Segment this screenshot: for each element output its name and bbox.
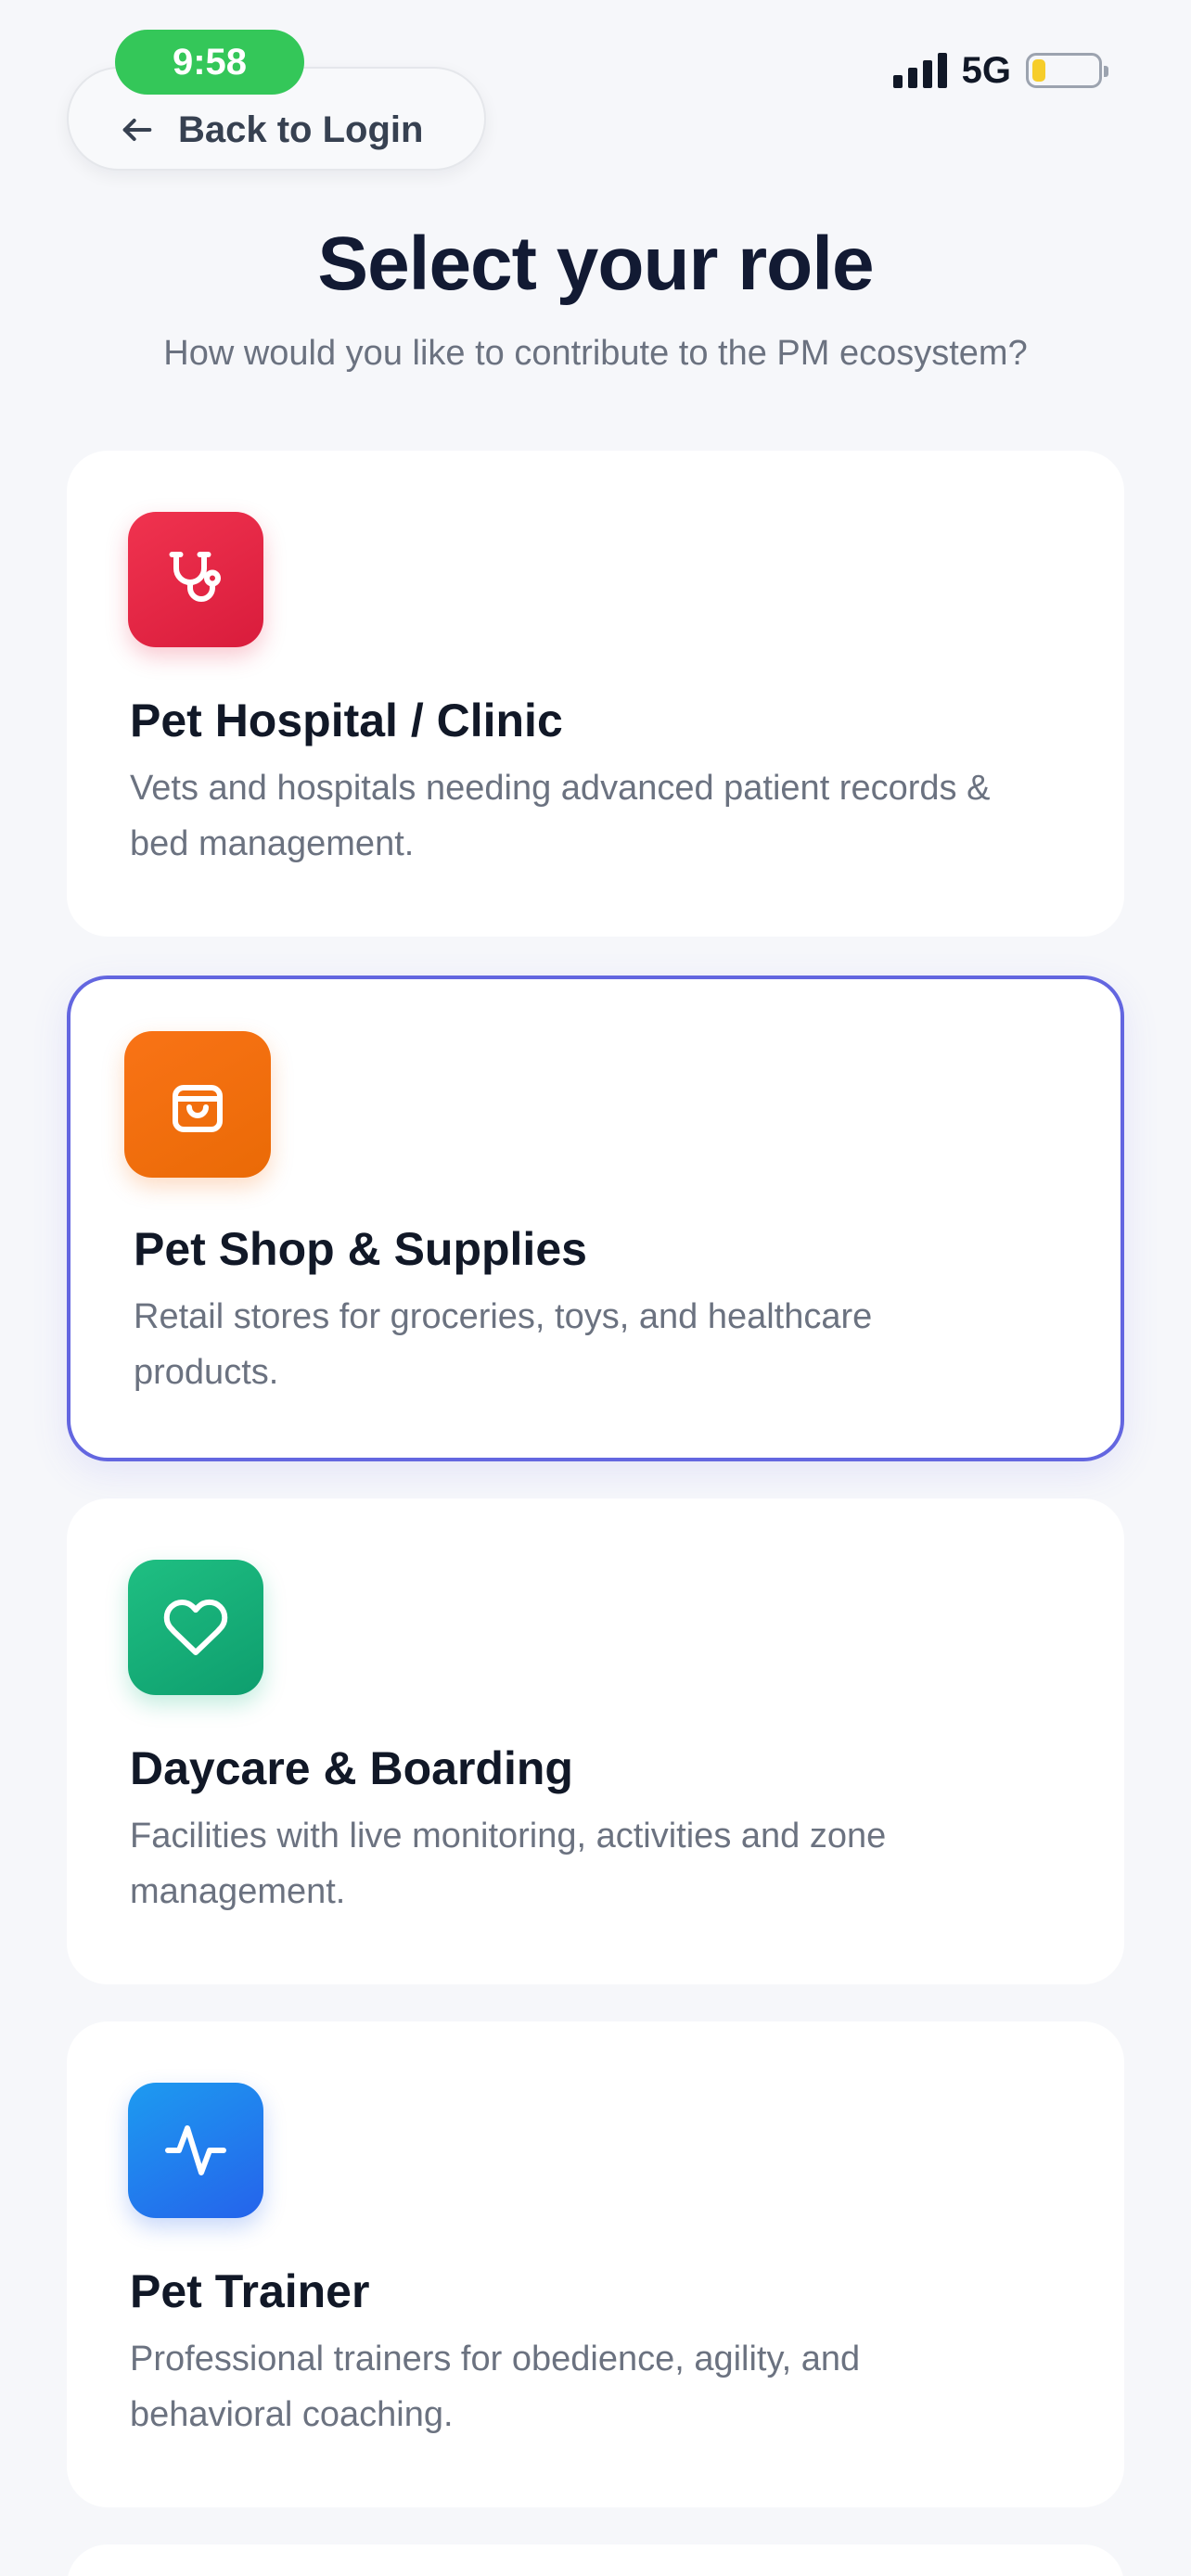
arrow-left-icon [122, 119, 152, 141]
heart-icon [163, 1599, 228, 1655]
battery-icon [1026, 53, 1108, 88]
role-card-pet-trainer[interactable]: Pet Trainer Professional trainers for ob… [67, 2021, 1124, 2507]
status-time: 9:58 [115, 30, 304, 95]
role-title: Pet Hospital / Clinic [130, 695, 563, 746]
role-description: Facilities with live monitoring, activit… [130, 1817, 887, 1911]
role-description: Retail stores for groceries, toys, and h… [134, 1297, 873, 1392]
battery-level [1032, 59, 1045, 82]
role-icon-box [128, 512, 263, 647]
stethoscope-icon [169, 552, 221, 602]
status-indicators: 5G [892, 49, 1108, 91]
role-description: Professional trainers for obedience, agi… [130, 2340, 861, 2434]
role-icon-box [128, 1560, 263, 1695]
role-title: Pet Trainer [130, 2265, 370, 2317]
role-title: Daycare & Boarding [130, 1742, 573, 1794]
role-title: Pet Shop & Supplies [134, 1223, 587, 1275]
role-card-next-partial[interactable] [67, 2544, 1124, 2576]
role-selection-screen: 9:58 5G Back to Login Select your role H… [0, 0, 1191, 2576]
shopping-bag-icon [173, 1085, 223, 1132]
role-icon-box [124, 1031, 271, 1178]
role-card-pet-hospital[interactable]: Pet Hospital / Clinic Vets and hospitals… [67, 451, 1124, 937]
network-type: 5G [961, 49, 1011, 91]
activity-pulse-icon [165, 2125, 226, 2175]
page-subtitle: How would you like to contribute to the … [163, 334, 1028, 373]
role-card-pet-shop[interactable]: Pet Shop & Supplies Retail stores for gr… [67, 976, 1124, 1461]
back-to-login-label: Back to Login [178, 108, 424, 150]
role-icon-box [128, 2083, 263, 2218]
role-description: Vets and hospitals needing advanced pati… [130, 769, 991, 863]
page-title: Select your role [317, 222, 874, 306]
role-card-daycare[interactable]: Daycare & Boarding Facilities with live … [67, 1498, 1124, 1984]
signal-strength-icon [892, 53, 947, 88]
